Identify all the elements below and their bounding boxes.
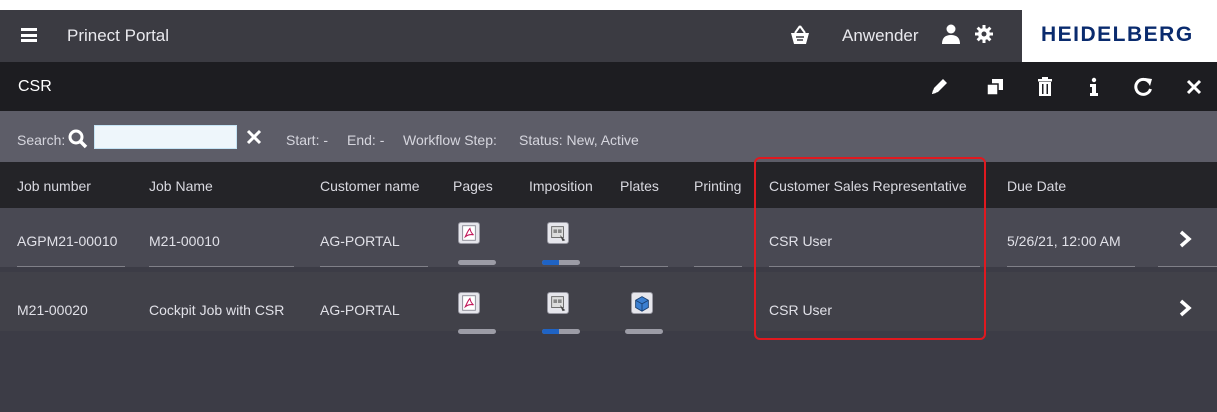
brand-name: HEIDELBERG [1041, 23, 1194, 46]
row-divider [320, 266, 428, 267]
status-filter[interactable]: Status: New, Active [519, 132, 639, 148]
column-header-imposition[interactable]: Imposition [529, 178, 593, 194]
chevron-right-icon[interactable] [1178, 299, 1192, 317]
end-filter[interactable]: End: - [347, 132, 384, 148]
app-title: Prinect Portal [67, 26, 170, 45]
gear-icon[interactable] [974, 24, 994, 44]
job-number: M21-00020 [17, 302, 88, 318]
due-date: 5/26/21, 12:00 AM [1007, 233, 1121, 249]
row-divider [694, 266, 742, 267]
csr-name: CSR User [769, 233, 833, 249]
view-toolbar: CSR [0, 62, 1217, 111]
plate-icon[interactable] [631, 292, 653, 314]
table-row[interactable]: AGPM21-00010 M21-00010 AG-PORTAL CSR Use… [0, 208, 1217, 267]
row-divider [1007, 266, 1135, 267]
table-header: Job number Job Name Customer name Pages … [0, 162, 1217, 208]
column-header-job-name[interactable]: Job Name [149, 178, 213, 194]
column-header-due-date[interactable]: Due Date [1007, 178, 1066, 194]
user-icon[interactable] [942, 24, 960, 44]
csr-name: CSR User [769, 302, 833, 318]
customer-name: AG-PORTAL [320, 302, 400, 318]
plates-progress-bar [625, 329, 663, 334]
row-divider [149, 266, 294, 267]
heidelberg-logo: HEIDELBERG [1022, 10, 1217, 62]
row-divider [620, 266, 668, 267]
column-header-plates[interactable]: Plates [620, 178, 659, 194]
search-icon[interactable] [68, 129, 88, 149]
imposition-progress-bar [542, 260, 580, 265]
search-label: Search: [17, 132, 66, 148]
pages-progress-bar [458, 329, 496, 334]
column-header-customer-name[interactable]: Customer name [320, 178, 420, 194]
job-name: M21-00010 [149, 233, 220, 249]
workflow-step-filter[interactable]: Workflow Step: [403, 132, 497, 148]
top-bar: Prinect Portal Anwender HEIDELBERG [0, 10, 1217, 62]
search-input[interactable] [94, 125, 237, 149]
pdf-page-icon[interactable] [458, 222, 480, 244]
basket-icon[interactable] [788, 23, 812, 47]
row-divider [1158, 266, 1217, 267]
imposition-progress-fill [542, 260, 560, 265]
table-row[interactable]: M21-00020 Cockpit Job with CSR AG-PORTAL… [0, 272, 1217, 334]
clear-search-icon[interactable] [246, 129, 262, 145]
refresh-icon[interactable] [1132, 76, 1154, 98]
start-filter[interactable]: Start: - [286, 132, 328, 148]
view-title: CSR [18, 78, 52, 95]
info-icon[interactable] [1083, 76, 1105, 98]
pages-progress-bar [458, 260, 496, 265]
imposition-icon[interactable] [547, 292, 569, 314]
column-header-csr[interactable]: Customer Sales Representative [769, 178, 967, 194]
imposition-icon[interactable] [547, 222, 569, 244]
chevron-right-icon[interactable] [1178, 230, 1192, 248]
column-header-pages[interactable]: Pages [453, 178, 493, 194]
customer-name: AG-PORTAL [320, 233, 400, 249]
duplicate-icon[interactable] [984, 76, 1006, 98]
user-name[interactable]: Anwender [842, 26, 919, 46]
filter-bar: Search: Start: - End: - Workflow Step: S… [0, 111, 1217, 162]
menu-icon[interactable] [21, 28, 37, 42]
row-divider [17, 266, 125, 267]
row-divider [769, 266, 980, 267]
close-icon[interactable] [1183, 76, 1205, 98]
app-frame: Prinect Portal Anwender HEIDELBERG CSR S… [0, 10, 1217, 412]
imposition-progress-bar [542, 329, 580, 334]
pdf-page-icon[interactable] [458, 292, 480, 314]
job-number: AGPM21-00010 [17, 233, 118, 249]
edit-icon[interactable] [928, 76, 950, 98]
column-header-job-number[interactable]: Job number [17, 178, 91, 194]
imposition-progress-fill [542, 329, 560, 334]
job-name: Cockpit Job with CSR [149, 302, 285, 318]
delete-icon[interactable] [1034, 76, 1056, 98]
column-header-printing[interactable]: Printing [694, 178, 741, 194]
